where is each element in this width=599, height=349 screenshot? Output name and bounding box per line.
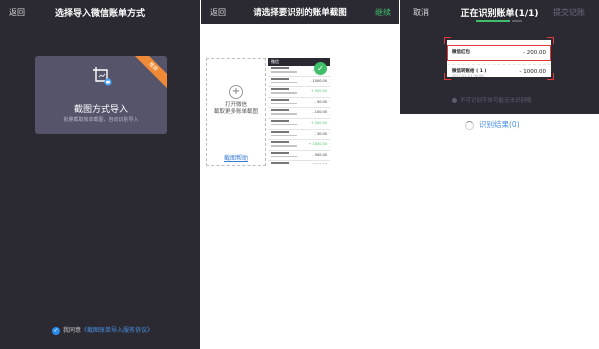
row-detail-line xyxy=(271,134,297,137)
page-title: 请选择要识别的账单截图 xyxy=(253,8,347,18)
thumbnail-row: + 500.00 xyxy=(268,87,330,98)
row-title-line xyxy=(271,98,289,101)
submit-button[interactable]: 提交记账 xyxy=(553,7,585,18)
checkmark-icon[interactable]: ✓ xyxy=(52,326,60,335)
select-screenshot-screen: 返回 请选择要识别的账单截图 继续 + 打开微信 截取更多账单截图 截图帮助 微… xyxy=(201,0,399,349)
tip-text: 不可识别字体可能无法识别哦 xyxy=(460,98,532,104)
recognition-area: 取消 正在识别账单(1/1) 提交记账 微信红包 - 200.00 微信转账给 … xyxy=(400,0,599,114)
receipt-amount: - 200.00 xyxy=(523,50,546,56)
agreement-row: ✓ 我同意《截图账单导入服务协议》 xyxy=(52,325,153,335)
screenshot-import-card[interactable]: 推荐 截图方式导入 批量截取账单截图，自动识别导入 xyxy=(35,56,167,134)
thumbnail-row: - 30.00 xyxy=(268,129,330,141)
row-detail-line xyxy=(271,102,297,105)
corner-marker xyxy=(444,37,451,44)
receipt-preview: 微信红包 - 200.00 微信转账给 ( 1 ) 2017-01-01 00:… xyxy=(444,37,554,80)
row-amount: + 200.00 xyxy=(310,120,327,125)
thumbnail-row: + 1000.00 xyxy=(268,140,330,151)
row-amount: - 1000.00 xyxy=(310,78,327,83)
row-detail-line xyxy=(271,81,297,84)
row-title-line xyxy=(271,67,289,69)
thumbnail-row: - 1000.00 xyxy=(268,76,330,88)
open-wechat-text: 打开微信 截取更多账单截图 xyxy=(207,102,265,116)
row-detail-line xyxy=(271,92,297,94)
agree-label: 我同意 xyxy=(63,327,82,334)
row-detail-line xyxy=(271,123,297,126)
row-amount: + 500.00 xyxy=(310,89,327,94)
page-title: 选择导入微信账单方式 xyxy=(54,9,145,19)
thumbnail-row: - 500.00 xyxy=(268,150,330,162)
agreement-link[interactable]: 《截图账单导入服务协议》 xyxy=(81,327,153,334)
row-amount: + 1000.00 xyxy=(308,142,327,147)
import-method-screen: 返回 选择导入微信账单方式 推荐 截图方式导入 批量截取账单截图，自动识别导入 … xyxy=(0,0,200,349)
row-amount: - 50.00 xyxy=(314,99,327,104)
progress-track xyxy=(512,20,522,22)
row-amount: - 100.00 xyxy=(312,110,327,115)
card-subtitle: 批量截取账单截图，自动识别导入 xyxy=(63,117,139,123)
row-title-line xyxy=(271,77,289,80)
receipt-date: 2017-01-01 00:00 xyxy=(452,74,484,78)
top-bar: 返回 选择导入微信账单方式 xyxy=(0,0,200,24)
recommend-badge: 推荐 xyxy=(128,56,167,92)
card-title: 截图方式导入 xyxy=(73,105,128,115)
row-title-line xyxy=(271,162,289,164)
progress-indicator xyxy=(476,20,510,22)
row-title-line xyxy=(271,130,289,133)
continue-button[interactable]: 继续 xyxy=(375,7,391,18)
thumbnail-row: - 1000.00 xyxy=(268,161,330,164)
selected-check-icon[interactable]: ✓ xyxy=(314,62,327,75)
open-line-2: 截取更多账单截图 xyxy=(213,109,258,115)
thumbnail-rows: - 200.00- 1000.00+ 500.00- 50.00- 100.00… xyxy=(268,66,330,164)
row-amount: - 30.00 xyxy=(314,131,327,136)
receipt-row: 微信红包 - 200.00 xyxy=(447,45,551,61)
row-title-line xyxy=(271,141,289,144)
top-bar: 返回 请选择要识别的账单截图 继续 xyxy=(201,0,399,24)
recognizing-screen: 取消 正在识别账单(1/1) 提交记账 微信红包 - 200.00 微信转账给 … xyxy=(400,0,599,349)
row-amount: - 500.00 xyxy=(312,152,327,157)
row-detail-line xyxy=(271,113,297,115)
corner-marker xyxy=(547,37,554,44)
loading-spinner-icon xyxy=(465,120,474,130)
receipt-amount: - 1000.00 xyxy=(519,69,546,75)
recognition-result: 识别结果(0) xyxy=(465,119,520,130)
screenshot-help-link[interactable]: 截图帮助 xyxy=(207,153,265,162)
row-detail-line xyxy=(271,145,297,147)
row-detail-line xyxy=(271,155,297,158)
row-title-line xyxy=(271,88,289,91)
open-wechat-tile[interactable]: + 打开微信 截取更多账单截图 截图帮助 xyxy=(206,58,266,166)
receipt-name: 微信红包 xyxy=(452,50,470,55)
row-title-line xyxy=(271,109,289,112)
open-line-1: 打开微信 xyxy=(224,102,247,108)
row-title-line xyxy=(271,119,289,122)
thumbnail-row: - 50.00 xyxy=(268,97,330,109)
row-detail-line xyxy=(271,71,297,73)
plus-icon: + xyxy=(229,85,243,99)
receipt-row: 微信转账给 ( 1 ) 2017-01-01 00:00 - 1000.00 xyxy=(447,64,551,80)
recognition-tip: 不可识别字体可能无法识别哦 xyxy=(452,96,532,104)
thumbnail-row: - 100.00 xyxy=(268,108,330,119)
row-amount: - 1000.00 xyxy=(310,163,327,164)
row-title-line xyxy=(271,151,289,154)
info-icon xyxy=(452,98,457,103)
result-label: 识别结果(0) xyxy=(479,120,520,129)
crop-icon xyxy=(93,67,112,86)
thumbnail-row: + 200.00 xyxy=(268,118,330,130)
